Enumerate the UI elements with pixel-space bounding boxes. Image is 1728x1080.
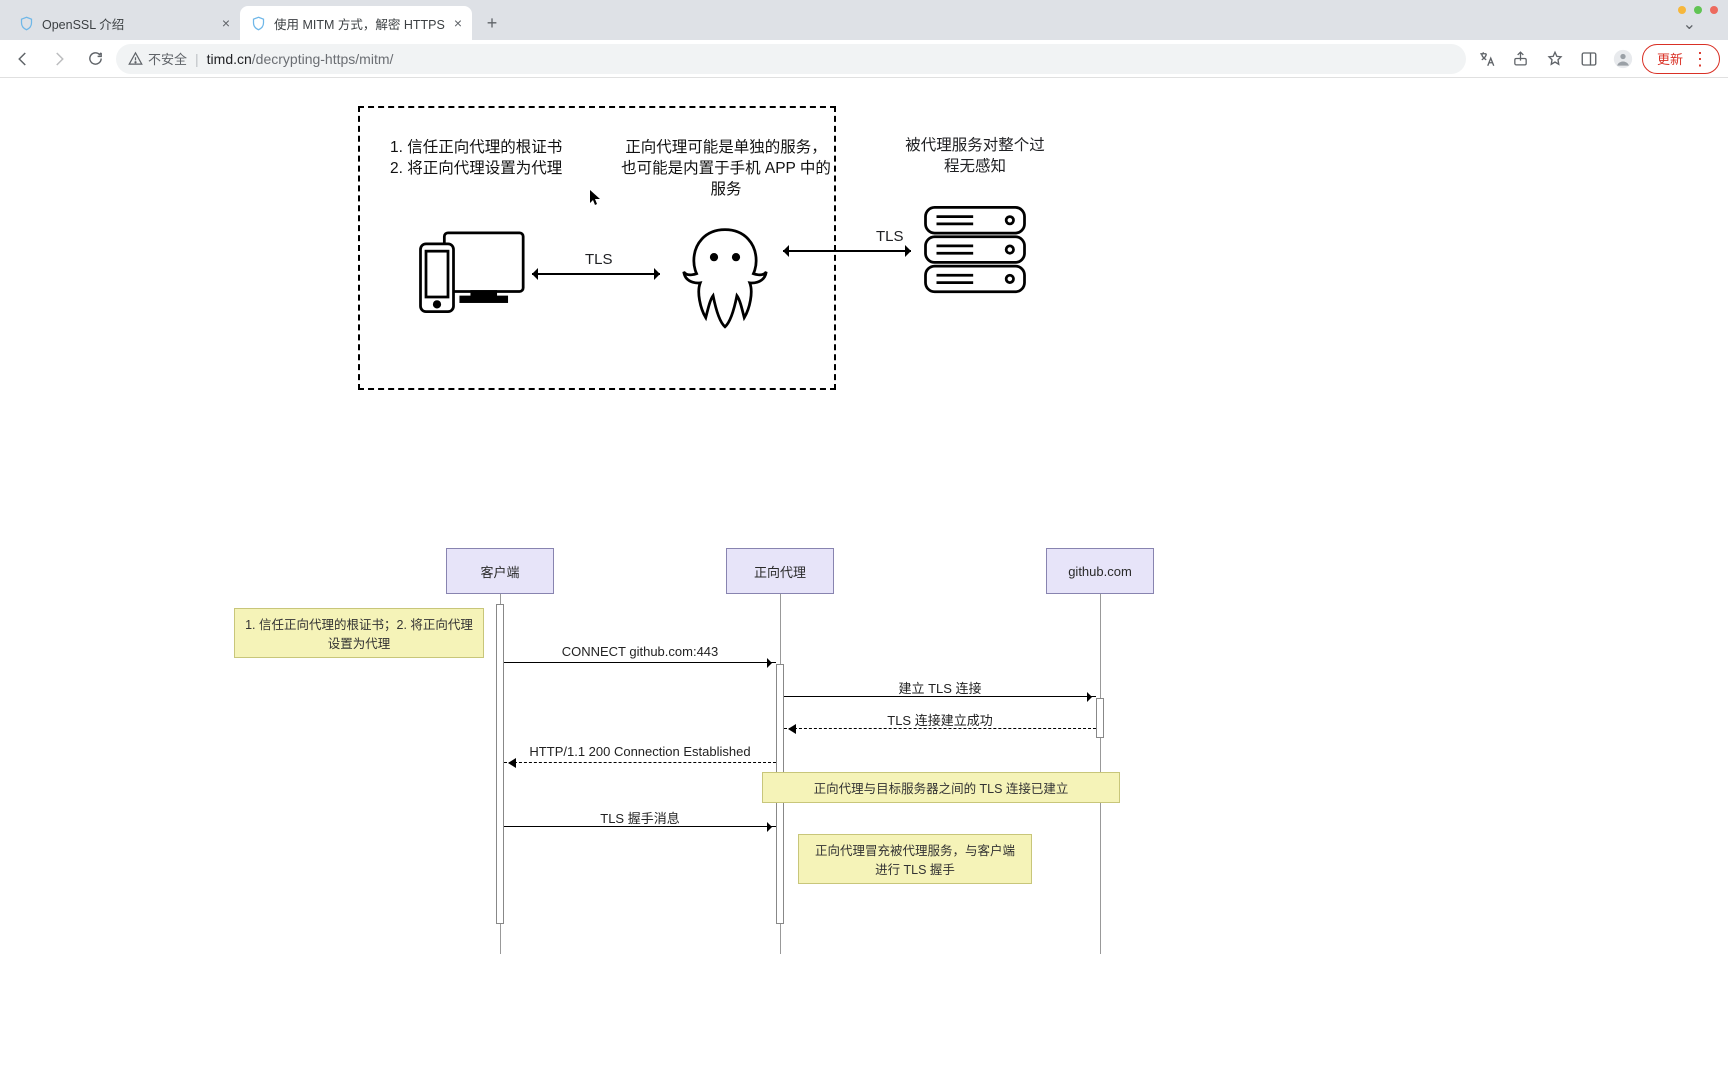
sequence-note: 正向代理冒充被代理服务，与客户端进行 TLS 握手 xyxy=(798,834,1032,884)
new-tab-button[interactable]: + xyxy=(478,9,506,37)
shield-icon xyxy=(18,15,34,31)
message-arrow-icon xyxy=(504,826,776,827)
message-label: 建立 TLS 连接 xyxy=(784,678,1096,697)
message-label: TLS 连接建立成功 xyxy=(784,710,1096,729)
toolbar-right: 更新 ⋮ xyxy=(1472,44,1720,74)
tls-label: TLS xyxy=(876,228,904,245)
browser-toolbar: 不安全 | timd.cn/decrypting-https/mitm/ 更新 … xyxy=(0,40,1728,78)
profile-avatar-icon[interactable] xyxy=(1608,44,1638,74)
sequence-note: 正向代理与目标服务器之间的 TLS 连接已建立 xyxy=(762,772,1120,803)
mouse-cursor-icon xyxy=(590,190,602,209)
insecure-badge[interactable]: 不安全 xyxy=(128,49,187,68)
diagram-right-caption: 被代理服务对整个过程无感知 xyxy=(900,136,1050,178)
tabs-dropdown-icon[interactable]: ⌄ xyxy=(1683,14,1696,34)
message-label: HTTP/1.1 200 Connection Established xyxy=(504,744,776,759)
translate-icon[interactable] xyxy=(1472,44,1502,74)
diagram-mid-caption: 正向代理可能是单独的服务，也可能是内置于手机 APP 中的服务 xyxy=(620,138,832,201)
insecure-label: 不安全 xyxy=(148,49,187,68)
update-label: 更新 xyxy=(1657,49,1683,68)
architecture-diagram-box: 1. 信任正向代理的根证书 2. 将正向代理设置为代理 正向代理可能是单独的服务… xyxy=(358,106,836,390)
double-arrow-icon xyxy=(783,250,911,252)
double-arrow-icon xyxy=(532,273,660,275)
address-bar[interactable]: 不安全 | timd.cn/decrypting-https/mitm/ xyxy=(116,44,1466,74)
tls-label: TLS xyxy=(585,251,613,268)
proxy-octopus-icon xyxy=(670,218,780,336)
reload-button[interactable] xyxy=(80,44,110,74)
client-device-icon xyxy=(415,220,525,333)
side-panel-icon[interactable] xyxy=(1574,44,1604,74)
diagram-left-caption: 1. 信任正向代理的根证书 2. 将正向代理设置为代理 xyxy=(390,138,600,180)
tab-mitm[interactable]: 使用 MITM 方式，解密 HTTPS × xyxy=(240,6,472,40)
page-content: 1. 信任正向代理的根证书 2. 将正向代理设置为代理 正向代理可能是单独的服务… xyxy=(0,78,1728,1080)
message-label: TLS 握手消息 xyxy=(504,808,776,827)
tab-title: OpenSSL 介绍 xyxy=(42,14,214,33)
message-label: CONNECT github.com:443 xyxy=(504,644,776,659)
forward-button[interactable] xyxy=(44,44,74,74)
warning-icon xyxy=(128,51,143,66)
browser-tabstrip: OpenSSL 介绍 × 使用 MITM 方式，解密 HTTPS × + ⌄ xyxy=(0,0,1728,40)
message-arrow-icon xyxy=(504,662,776,663)
omnibox-separator: | xyxy=(195,51,199,67)
tab-openssl[interactable]: OpenSSL 介绍 × xyxy=(8,6,240,40)
url-text: timd.cn/decrypting-https/mitm/ xyxy=(207,51,394,67)
message-arrow-dashed-icon xyxy=(784,728,1096,729)
activation-bar xyxy=(1096,698,1104,738)
message-arrow-icon xyxy=(784,696,1096,697)
macos-window-dots xyxy=(1678,6,1718,14)
update-button[interactable]: 更新 ⋮ xyxy=(1642,44,1720,74)
server-stack-icon xyxy=(920,198,1030,306)
actor-server: github.com xyxy=(1046,548,1154,594)
share-icon[interactable] xyxy=(1506,44,1536,74)
sequence-note: 1. 信任正向代理的根证书；2. 将正向代理设置为代理 xyxy=(234,608,484,658)
actor-client: 客户端 xyxy=(446,548,554,594)
tab-title: 使用 MITM 方式，解密 HTTPS xyxy=(274,14,446,33)
message-arrow-dashed-icon xyxy=(504,762,776,763)
close-icon[interactable]: × xyxy=(454,15,462,31)
actor-proxy: 正向代理 xyxy=(726,548,834,594)
shield-icon xyxy=(250,15,266,31)
back-button[interactable] xyxy=(8,44,38,74)
bookmark-star-icon[interactable] xyxy=(1540,44,1570,74)
close-icon[interactable]: × xyxy=(222,15,230,31)
